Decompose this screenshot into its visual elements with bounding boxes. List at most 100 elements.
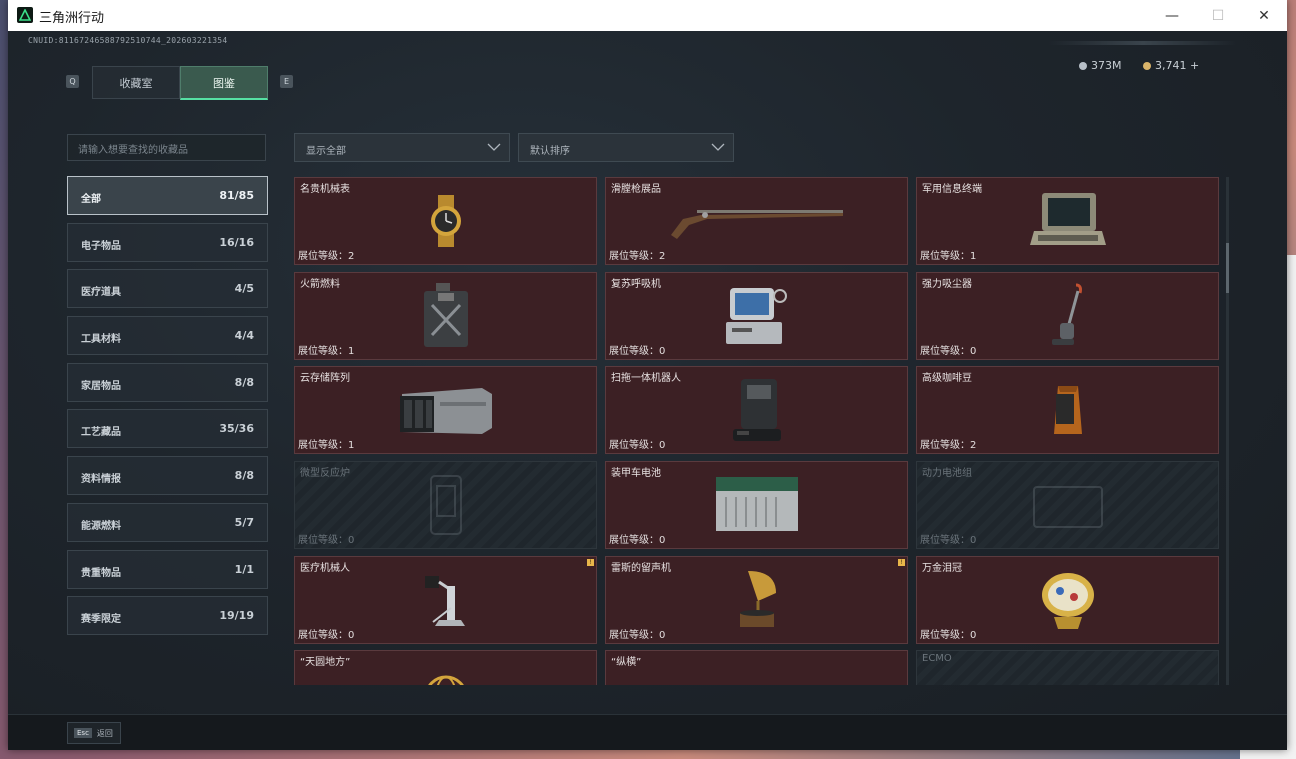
item-level: 展位等级：1 <box>298 346 355 357</box>
item-card[interactable]: 滑膛枪展品 展位等级：2 <box>605 177 908 265</box>
scrollbar-thumb[interactable] <box>1226 243 1229 293</box>
chevron-down-icon <box>711 143 725 151</box>
category-count: 8/8 <box>234 469 254 483</box>
search-input[interactable]: 请输入想要查找的收藏品 <box>67 134 266 161</box>
globe-icon <box>427 675 464 685</box>
category-season-limited[interactable]: 赛季限定 19/19 <box>67 596 268 636</box>
main-tabs: 收藏室 图鉴 <box>92 66 268 100</box>
item-name: 高级咖啡豆 <box>922 373 972 384</box>
item-grid: 名贵机械表 展位等级：2 滑膛枪展品 展位等级：2 军用信息终端 展位等级：1 … <box>294 177 1220 685</box>
back-label: 返回 <box>96 728 113 738</box>
title-bar: 三角洲行动 — ☐ ✕ <box>8 0 1287 31</box>
tab-prev-key-hint[interactable]: Q <box>66 75 79 88</box>
category-all[interactable]: 全部 81/85 <box>67 176 268 215</box>
category-household[interactable]: 家居物品 8/8 <box>67 362 268 402</box>
item-card[interactable]: 雷斯的留声机 ! 展位等级：0 <box>605 556 908 644</box>
item-level: 展位等级：1 <box>298 440 355 451</box>
reactor-icon <box>429 475 462 535</box>
category-count: 81/85 <box>219 189 254 202</box>
category-count: 8/8 <box>234 375 254 389</box>
ventilator-icon <box>725 288 787 344</box>
category-name: 医疗道具 <box>81 287 121 299</box>
category-count: 19/19 <box>219 609 254 623</box>
sort-value: 默认排序 <box>530 146 570 157</box>
item-level: 展位等级：0 <box>920 630 977 641</box>
item-card[interactable]: 高级咖啡豆 展位等级：2 <box>916 366 1219 454</box>
minimize-button[interactable]: — <box>1149 0 1195 31</box>
category-count: 35/36 <box>219 422 254 436</box>
category-valuables[interactable]: 贵重物品 1/1 <box>67 549 268 589</box>
category-name: 赛季限定 <box>81 614 121 626</box>
item-level: 展位等级：0 <box>298 535 355 546</box>
silver-coin-icon <box>1079 61 1087 70</box>
category-name: 电子物品 <box>81 240 121 252</box>
item-card[interactable]: 扫拖一体机器人 展位等级：0 <box>605 366 908 454</box>
item-name: “纵横” <box>611 657 642 668</box>
top-ornament <box>1048 41 1238 45</box>
user-uid: CNUID:81167246588792510744_202603221354 <box>28 36 228 45</box>
tab-collection-room[interactable]: 收藏室 <box>92 66 180 99</box>
item-card[interactable]: 云存储阵列 展位等级：1 <box>294 366 597 454</box>
back-button[interactable]: Esc 返回 <box>67 722 121 744</box>
sort-dropdown[interactable]: 默认排序 <box>518 133 734 162</box>
item-name: 扫拖一体机器人 <box>611 373 681 384</box>
display-filter-dropdown[interactable]: 显示全部 <box>294 133 510 162</box>
category-medical[interactable]: 医疗道具 4/5 <box>67 269 268 309</box>
item-card[interactable]: 复苏呼吸机 展位等级：0 <box>605 272 908 360</box>
battery-pack-icon <box>1032 486 1103 528</box>
item-card[interactable]: 名贵机械表 展位等级：2 <box>294 177 597 265</box>
category-name: 全部 <box>81 194 101 205</box>
item-card[interactable]: 万金泪冠 展位等级：0 <box>916 556 1219 644</box>
tab-catalog[interactable]: 图鉴 <box>180 66 268 100</box>
item-card[interactable]: “纵横” <box>605 650 908 685</box>
silver-amount: 373M <box>1091 59 1122 72</box>
item-card-locked[interactable]: 微型反应炉 展位等级：0 <box>294 461 597 549</box>
item-name: 万金泪冠 <box>922 563 962 574</box>
display-filter-value: 显示全部 <box>306 146 346 157</box>
maximize-button[interactable]: ☐ <box>1195 0 1241 31</box>
category-electronics[interactable]: 电子物品 16/16 <box>67 222 268 262</box>
item-card[interactable]: 医疗机械人 ! 展位等级：0 <box>294 556 597 644</box>
category-list: 全部 81/85 电子物品 16/16 医疗道具 4/5 工具材料 4/4 家居物品 8/… <box>67 176 268 643</box>
gold-coin-icon <box>1143 61 1151 70</box>
terminal-icon <box>1029 193 1106 245</box>
item-name: “天圆地方” <box>300 657 351 668</box>
jewel-egg-icon <box>1041 573 1094 629</box>
item-level: 展位等级：0 <box>920 535 977 546</box>
close-button[interactable]: ✕ <box>1241 0 1287 31</box>
category-name: 资料情报 <box>81 474 121 486</box>
item-card[interactable]: 火箭燃料 展位等级：1 <box>294 272 597 360</box>
category-energy[interactable]: 能源燃料 5/7 <box>67 502 268 542</box>
category-tools[interactable]: 工具材料 4/4 <box>67 316 268 356</box>
board-icon <box>727 676 787 685</box>
item-name: 复苏呼吸机 <box>611 279 661 290</box>
new-badge: ! <box>587 559 594 566</box>
bottom-bar: Esc 返回 <box>8 714 1287 750</box>
item-level: 展位等级：0 <box>609 440 666 451</box>
item-level: 展位等级：2 <box>298 251 355 262</box>
category-intel[interactable]: 资料情报 8/8 <box>67 456 268 496</box>
item-card-locked[interactable]: 动力电池组 展位等级：0 <box>916 461 1219 549</box>
item-name: 医疗机械人 <box>300 563 350 574</box>
gold-currency[interactable]: 3,741 + <box>1143 59 1199 72</box>
medical-robot-icon <box>424 576 465 626</box>
item-card[interactable]: 军用信息终端 展位等级：1 <box>916 177 1219 265</box>
category-count: 1/1 <box>234 562 254 576</box>
robot-icon <box>732 379 781 441</box>
gold-amount: 3,741 + <box>1155 59 1200 72</box>
silver-currency: 373M <box>1079 59 1122 72</box>
item-grid-scrollbar[interactable] <box>1226 177 1229 685</box>
category-name: 贵重物品 <box>81 567 121 579</box>
fuel-can-icon <box>423 283 468 347</box>
item-card[interactable]: “天圆地方” <box>294 650 597 685</box>
item-card-locked[interactable]: ECMO <box>916 650 1219 685</box>
category-crafts[interactable]: 工艺藏品 35/36 <box>67 409 268 449</box>
tab-next-key-hint[interactable]: E <box>280 75 293 88</box>
item-card[interactable]: 装甲车电池 展位等级：0 <box>605 461 908 549</box>
vacuum-icon <box>1051 283 1082 345</box>
item-card[interactable]: 强力吸尘器 展位等级：0 <box>916 272 1219 360</box>
item-level: 展位等级：0 <box>298 630 355 641</box>
category-name: 工艺藏品 <box>81 427 121 439</box>
chevron-down-icon <box>487 143 501 151</box>
battery-icon <box>715 477 798 531</box>
